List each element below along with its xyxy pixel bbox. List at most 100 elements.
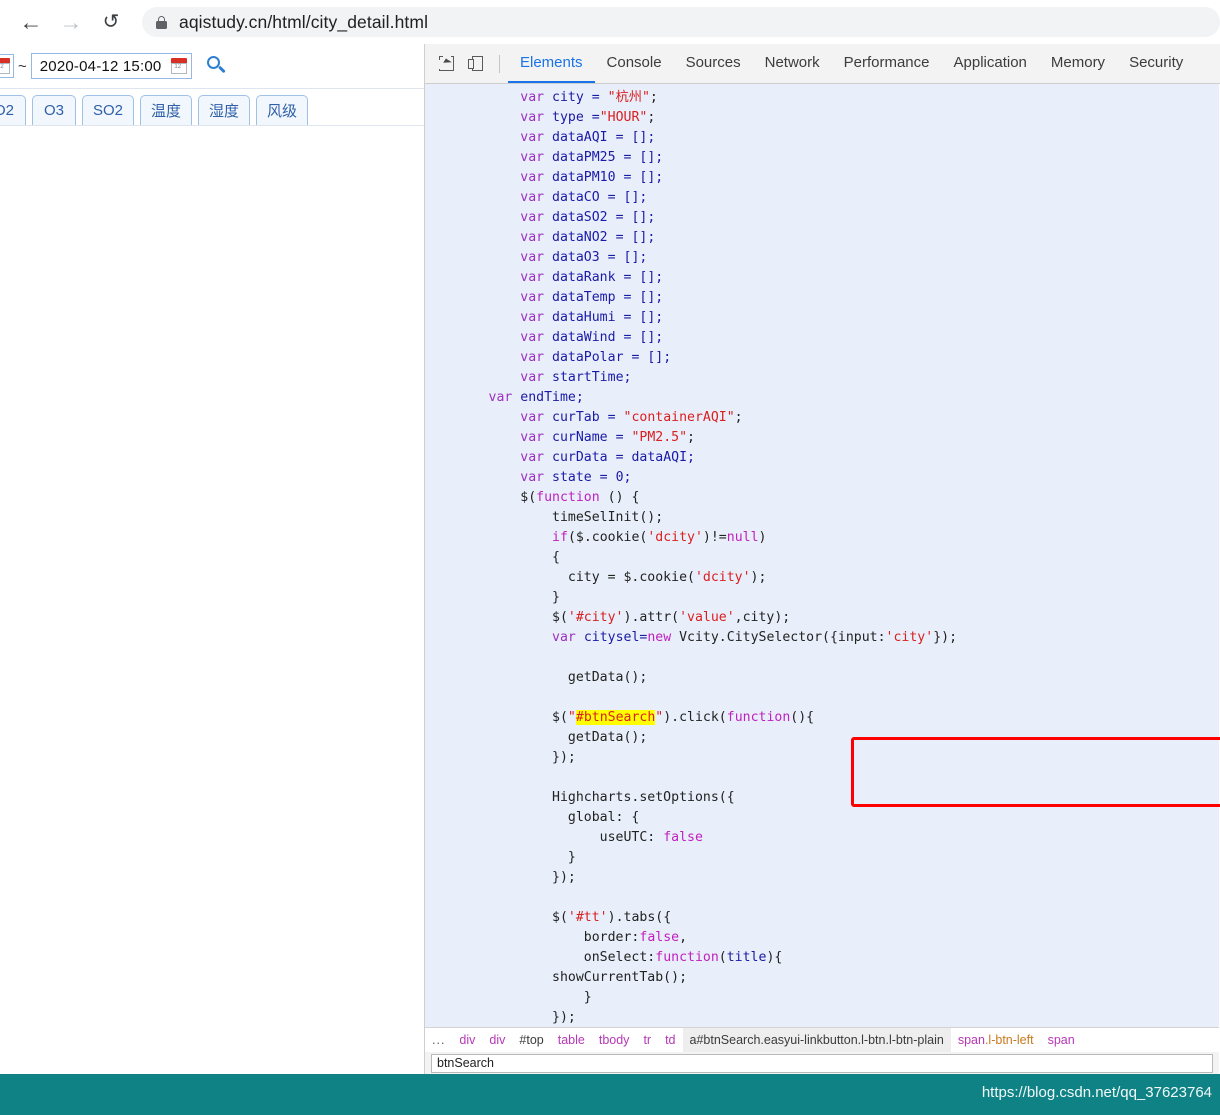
calendar-icon bbox=[171, 58, 188, 74]
breadcrumb-item[interactable]: div bbox=[452, 1028, 482, 1052]
breadcrumb-item[interactable]: tr bbox=[636, 1028, 658, 1052]
code-token: dataPM25 = []; bbox=[544, 150, 664, 165]
code-line: $('#tt').tabs({ bbox=[425, 908, 1219, 928]
code-token: type = bbox=[544, 110, 600, 125]
code-line: getData(); bbox=[425, 728, 1219, 748]
code-token: ; bbox=[649, 90, 658, 105]
tab-so2[interactable]: SO2 bbox=[82, 95, 135, 125]
code-token: var bbox=[520, 110, 545, 125]
breadcrumb-item[interactable]: tbody bbox=[592, 1028, 637, 1052]
tab-wind-level[interactable]: 风级 bbox=[256, 95, 309, 125]
tab-console[interactable]: Console bbox=[595, 44, 674, 83]
code-token: ; bbox=[734, 410, 743, 425]
code-line: { bbox=[425, 548, 1219, 568]
watermark-footer: https://blog.csdn.net/qq_37623764 bbox=[0, 1074, 1220, 1115]
tab-network[interactable]: Network bbox=[753, 44, 832, 83]
breadcrumb-item[interactable]: #top bbox=[512, 1028, 550, 1052]
code-token: ); bbox=[750, 570, 767, 585]
code-token: "HOUR" bbox=[599, 110, 648, 125]
code-token: } bbox=[425, 590, 560, 605]
breadcrumb-item[interactable]: div bbox=[482, 1028, 512, 1052]
code-token: dataAQI = []; bbox=[544, 130, 656, 145]
code-token: var bbox=[520, 330, 545, 345]
address-bar[interactable]: aqistudy.cn/html/city_detail.html bbox=[142, 7, 1220, 37]
code-token: curTab = bbox=[544, 410, 624, 425]
forward-icon[interactable]: → bbox=[54, 5, 88, 39]
code-line: var dataHumi = []; bbox=[425, 308, 1219, 328]
code-token: var bbox=[520, 130, 545, 145]
tab-elements[interactable]: Elements bbox=[508, 44, 595, 83]
page-toolbar: ~ 2020-04-12 15:00 bbox=[0, 44, 424, 89]
calendar-icon bbox=[0, 58, 10, 74]
tab-no2[interactable]: O2 bbox=[0, 95, 26, 125]
code-token: ).click( bbox=[663, 710, 727, 725]
pollutant-tabs: O2 O3 SO2 温度 湿度 风级 bbox=[0, 89, 424, 126]
code-token: dataSO2 = []; bbox=[544, 210, 656, 225]
tab-security[interactable]: Security bbox=[1117, 44, 1195, 83]
tab-memory[interactable]: Memory bbox=[1039, 44, 1117, 83]
devtools-toolbar: Elements Console Sources Network Perform… bbox=[425, 44, 1220, 84]
code-line: var curData = dataAQI; bbox=[425, 448, 1219, 468]
tab-temperature[interactable]: 温度 bbox=[140, 95, 193, 125]
tab-performance[interactable]: Performance bbox=[832, 44, 942, 83]
code-token: '#city' bbox=[567, 610, 624, 625]
breadcrumb-item-selected[interactable]: a#btnSearch.easyui-linkbutton.l-btn.l-bt… bbox=[682, 1028, 951, 1052]
code-token: state = 0; bbox=[544, 470, 632, 485]
code-token: $( bbox=[425, 490, 537, 505]
device-toolbar-icon[interactable] bbox=[463, 51, 489, 77]
end-date-value: 2020-04-12 15:00 bbox=[39, 57, 162, 75]
elements-code-view[interactable]: var city = "杭州"; var type ="HOUR"; var d… bbox=[425, 84, 1219, 1027]
back-icon[interactable]: ← bbox=[14, 5, 48, 39]
inspect-element-icon[interactable] bbox=[433, 51, 459, 77]
code-token: dataTemp = []; bbox=[544, 290, 664, 305]
code-token: if bbox=[552, 530, 568, 545]
code-line: }); bbox=[425, 1008, 1219, 1027]
code-token: curName = bbox=[544, 430, 632, 445]
code-token: ).tabs({ bbox=[607, 910, 672, 925]
code-token: city = bbox=[544, 90, 608, 105]
code-token: border: bbox=[425, 930, 640, 945]
tab-o3[interactable]: O3 bbox=[32, 95, 76, 125]
end-date-calendar-button[interactable] bbox=[168, 54, 190, 78]
code-token: var bbox=[520, 210, 545, 225]
breadcrumb-item[interactable]: span bbox=[1041, 1028, 1082, 1052]
code-token: function bbox=[536, 490, 600, 505]
code-token: 'dcity' bbox=[694, 570, 751, 585]
tab-application[interactable]: Application bbox=[942, 44, 1039, 83]
tab-humidity[interactable]: 湿度 bbox=[198, 95, 251, 125]
code-line: var dataO3 = []; bbox=[425, 248, 1219, 268]
attribute-edit-input[interactable]: btnSearch bbox=[431, 1053, 1213, 1073]
code-line: var dataWind = []; bbox=[425, 328, 1219, 348]
code-token: }); bbox=[425, 1010, 576, 1025]
code-token: global: { bbox=[425, 810, 640, 825]
code-token: dataNO2 = []; bbox=[544, 230, 656, 245]
breadcrumb-item[interactable]: td bbox=[658, 1028, 682, 1052]
start-date-calendar-button[interactable] bbox=[0, 54, 14, 78]
code-token: city = $.cookie( bbox=[425, 570, 695, 585]
breadcrumb-overflow[interactable]: ... bbox=[425, 1028, 452, 1052]
breadcrumb-item[interactable]: span .l-btn-left bbox=[951, 1028, 1041, 1052]
code-line: Highcharts.setOptions({ bbox=[425, 788, 1219, 808]
code-token: ; bbox=[647, 110, 656, 125]
search-icon[interactable] bbox=[206, 55, 228, 77]
breadcrumb-item[interactable]: table bbox=[551, 1028, 592, 1052]
code-token: function bbox=[655, 950, 719, 965]
code-token: null bbox=[726, 530, 759, 545]
code-line: city = $.cookie('dcity'); bbox=[425, 568, 1219, 588]
code-token: } bbox=[425, 990, 592, 1005]
code-token: var bbox=[552, 630, 576, 645]
end-date-input[interactable]: 2020-04-12 15:00 bbox=[30, 53, 193, 79]
code-line: $(function () { bbox=[425, 488, 1219, 508]
tab-sources[interactable]: Sources bbox=[674, 44, 753, 83]
reload-icon[interactable]: ↺ bbox=[94, 5, 128, 39]
code-token: var bbox=[520, 350, 545, 365]
code-token: getData(); bbox=[425, 670, 648, 685]
web-page-viewport: ~ 2020-04-12 15:00 O2 O3 SO2 温度 湿度 风级 bbox=[0, 44, 424, 1074]
